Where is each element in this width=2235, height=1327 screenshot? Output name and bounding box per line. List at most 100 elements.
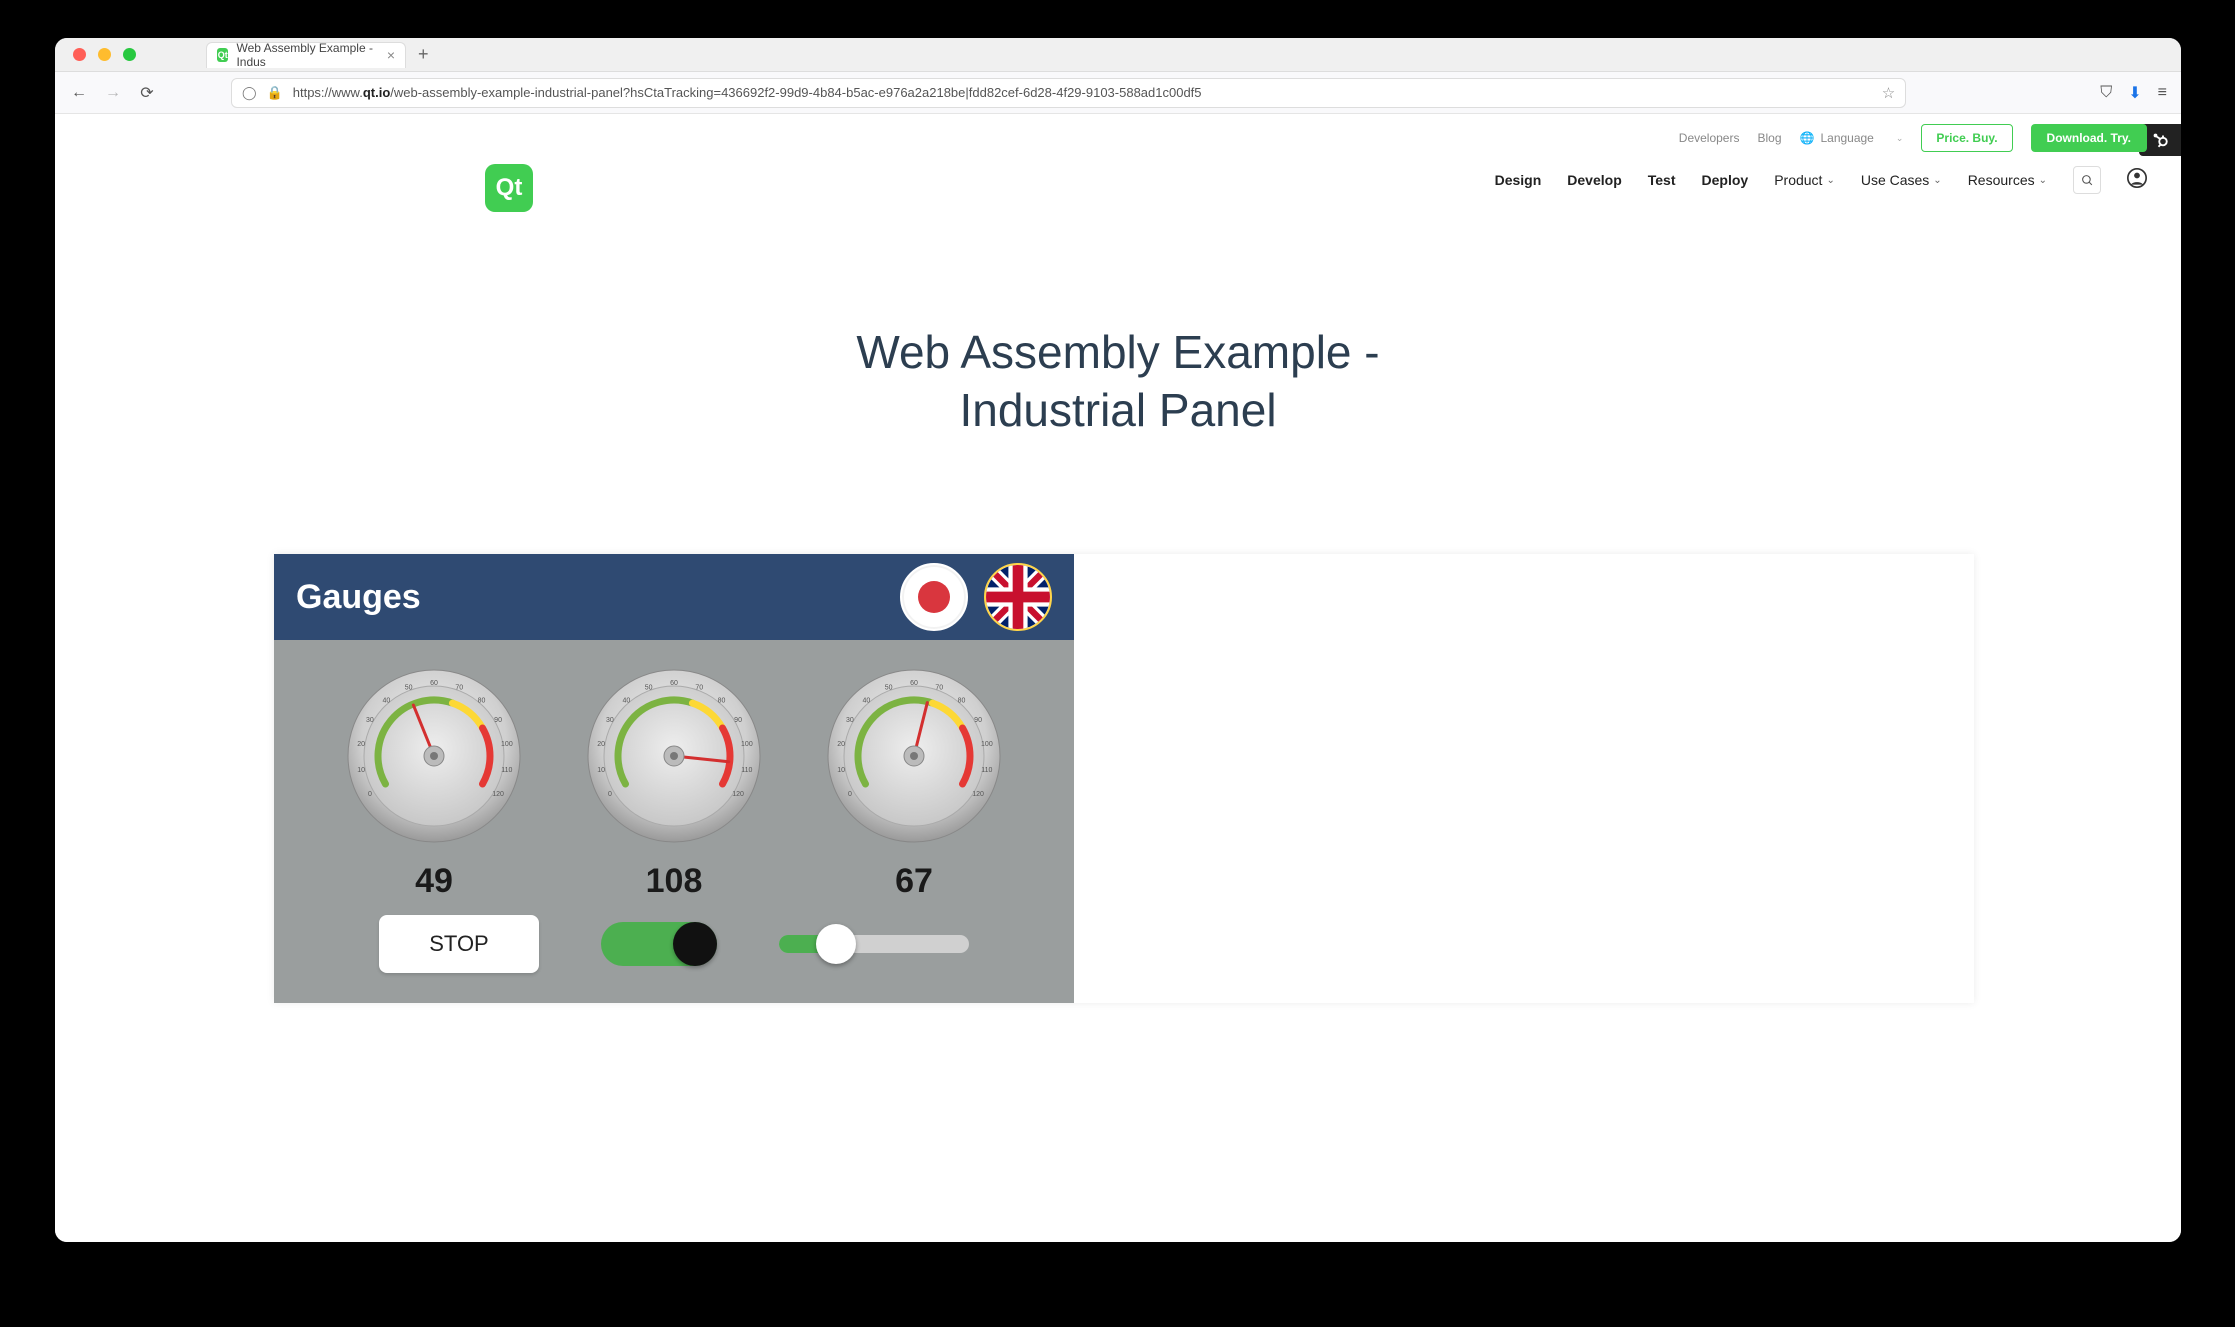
nav-product-label: Product — [1774, 172, 1822, 188]
reload-button[interactable]: ⟳ — [137, 83, 157, 103]
pocket-icon[interactable]: ⛉ — [2100, 84, 2112, 102]
svg-text:50: 50 — [885, 684, 893, 691]
demo-container: Gauges — [274, 554, 1974, 1003]
account-button[interactable] — [2127, 168, 2147, 193]
nav-usecases[interactable]: Use Cases ⌄ — [1861, 172, 1942, 188]
back-button[interactable]: ← — [69, 84, 89, 102]
url-text: https://www.qt.io/web-assembly-example-i… — [293, 85, 1872, 100]
nav-blog[interactable]: Blog — [1757, 131, 1781, 145]
svg-text:70: 70 — [695, 684, 703, 691]
nav-develop[interactable]: Develop — [1567, 172, 1621, 188]
minimize-window-button[interactable] — [98, 48, 111, 61]
gauge-column-3: 0102030405060708090100110120 67 — [824, 666, 1004, 901]
toggle-switch[interactable] — [601, 922, 717, 966]
gauge-3: 0102030405060708090100110120 — [824, 666, 1004, 846]
svg-text:100: 100 — [741, 741, 753, 748]
svg-text:40: 40 — [863, 697, 871, 704]
panel-header: Gauges — [274, 554, 1074, 640]
svg-text:100: 100 — [501, 741, 513, 748]
url-prefix: https://www. — [293, 85, 363, 100]
slider-handle[interactable] — [816, 924, 856, 964]
url-path: /web-assembly-example-industrial-panel?h… — [390, 85, 1201, 100]
gauge-2-value: 108 — [646, 862, 703, 901]
nav-developers[interactable]: Developers — [1679, 131, 1740, 145]
svg-text:20: 20 — [837, 741, 845, 748]
nav-resources[interactable]: Resources ⌄ — [1968, 172, 2047, 188]
nav-design[interactable]: Design — [1495, 172, 1542, 188]
browser-window: Qt Web Assembly Example - Indus × + ← → … — [55, 38, 2181, 1242]
flag-uk[interactable] — [984, 563, 1052, 631]
gauge-column-2: 0102030405060708090100110120 108 — [584, 666, 764, 901]
chevron-down-icon: ⌄ — [1826, 175, 1834, 186]
gauge-2: 0102030405060708090100110120 — [584, 666, 764, 846]
nav-test[interactable]: Test — [1648, 172, 1676, 188]
toolbar-right-tools: ⛉ ⬇ ≡ — [2100, 83, 2167, 103]
forward-button[interactable]: → — [103, 84, 123, 102]
extensions-icon[interactable]: ≡ — [2158, 84, 2167, 102]
new-tab-button[interactable]: + — [418, 44, 429, 65]
svg-text:70: 70 — [935, 684, 943, 691]
nav-product[interactable]: Product ⌄ — [1774, 172, 1835, 188]
address-bar[interactable]: ◯ 🔒 https://www.qt.io/web-assembly-examp… — [231, 78, 1906, 108]
svg-text:60: 60 — [430, 680, 438, 687]
svg-text:120: 120 — [972, 791, 984, 798]
svg-text:30: 30 — [846, 717, 854, 724]
maximize-window-button[interactable] — [123, 48, 136, 61]
search-icon — [2081, 174, 2094, 187]
main-nav: Design Develop Test Deploy Product ⌄ Use… — [1495, 166, 2147, 194]
svg-text:10: 10 — [357, 767, 365, 774]
svg-text:0: 0 — [608, 791, 612, 798]
bookmark-icon[interactable]: ☆ — [1882, 84, 1895, 102]
url-domain: qt.io — [363, 85, 390, 100]
tab-close-icon[interactable]: × — [387, 47, 395, 63]
utility-nav: Developers Blog 🌐 Language ⌄ Price. Buy.… — [1679, 124, 2147, 152]
svg-text:50: 50 — [405, 684, 413, 691]
flag-japan[interactable] — [900, 563, 968, 631]
search-button[interactable] — [2073, 166, 2101, 194]
toggle-knob — [673, 922, 717, 966]
svg-text:120: 120 — [492, 791, 504, 798]
nav-deploy[interactable]: Deploy — [1702, 172, 1749, 188]
stop-button[interactable]: STOP — [379, 915, 539, 973]
page-viewport: Developers Blog 🌐 Language ⌄ Price. Buy.… — [55, 114, 2181, 1242]
svg-text:90: 90 — [734, 717, 742, 724]
svg-text:70: 70 — [455, 684, 463, 691]
svg-text:10: 10 — [837, 767, 845, 774]
qt-logo-text: Qt — [496, 174, 523, 202]
svg-text:90: 90 — [974, 717, 982, 724]
nav-usecases-label: Use Cases — [1861, 172, 1929, 188]
panel-body: 0102030405060708090100110120 49 — [274, 640, 1074, 1003]
qt-logo[interactable]: Qt — [485, 164, 533, 212]
download-try-button[interactable]: Download. Try. — [2031, 124, 2147, 152]
price-buy-button[interactable]: Price. Buy. — [1921, 124, 2012, 152]
svg-text:40: 40 — [383, 697, 391, 704]
gauge-3-value: 67 — [895, 862, 933, 901]
controls-row: STOP — [379, 915, 969, 973]
language-selector[interactable]: 🌐 Language ⌄ — [1800, 131, 1904, 145]
tab-title: Web Assembly Example - Indus — [236, 41, 374, 69]
slider[interactable] — [779, 935, 969, 953]
svg-text:60: 60 — [910, 680, 918, 687]
svg-text:10: 10 — [597, 767, 605, 774]
browser-tab[interactable]: Qt Web Assembly Example - Indus × — [206, 42, 406, 68]
japan-flag-icon — [918, 581, 950, 613]
tab-favicon: Qt — [217, 48, 228, 62]
svg-text:30: 30 — [606, 717, 614, 724]
gauge-1-value: 49 — [415, 862, 453, 901]
downloads-icon[interactable]: ⬇ — [2128, 83, 2141, 103]
svg-text:20: 20 — [357, 741, 365, 748]
svg-text:100: 100 — [981, 741, 993, 748]
svg-text:120: 120 — [732, 791, 744, 798]
svg-text:30: 30 — [366, 717, 374, 724]
chevron-down-icon: ⌄ — [2039, 175, 2047, 186]
svg-text:60: 60 — [670, 680, 678, 687]
window-controls — [73, 48, 136, 61]
svg-text:80: 80 — [718, 697, 726, 704]
close-window-button[interactable] — [73, 48, 86, 61]
user-icon — [2127, 168, 2147, 188]
svg-text:90: 90 — [494, 717, 502, 724]
industrial-panel: Gauges — [274, 554, 1074, 1003]
gauge-1: 0102030405060708090100110120 — [344, 666, 524, 846]
titlebar: Qt Web Assembly Example - Indus × + — [55, 38, 2181, 72]
svg-text:40: 40 — [623, 697, 631, 704]
